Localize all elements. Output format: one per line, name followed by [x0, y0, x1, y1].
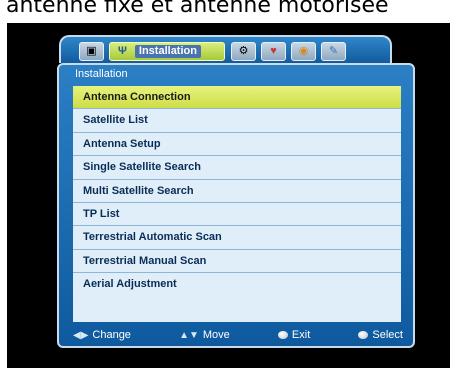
page-caption: antenne fixe et antenne motorisée — [6, 0, 389, 18]
hint-move: ▲▼ Move — [179, 329, 230, 341]
hint-select-label: Select — [372, 329, 403, 341]
menu-item-satellite-list[interactable]: Satellite List — [73, 109, 401, 133]
installation-menu: Antenna Connection Satellite List Antenn… — [73, 86, 401, 322]
menu-item-aerial-adjustment[interactable]: Aerial Adjustment — [73, 273, 401, 296]
tv-screen: ▣ Ψ Installation ⚙ ♥ ◉ ✎ Installation An… — [7, 23, 450, 368]
installation-panel: Installation Antenna Connection Satellit… — [57, 63, 415, 348]
tab-bar: ▣ Ψ Installation ⚙ ♥ ◉ ✎ — [59, 35, 392, 63]
tab-settings[interactable]: ⚙ — [231, 42, 256, 61]
tab-media[interactable]: ◉ — [291, 42, 316, 61]
hint-change: ◀▶ Change — [73, 329, 131, 341]
settings-icon: ⚙ — [238, 45, 249, 57]
hint-move-label: Move — [202, 329, 230, 341]
media-icon: ◉ — [298, 45, 309, 57]
tab-installation[interactable]: Ψ Installation — [109, 42, 225, 61]
menu-item-antenna-connection[interactable]: Antenna Connection — [73, 86, 401, 110]
menu-item-tp-list[interactable]: TP List — [73, 203, 401, 227]
antenna-icon: Ψ — [118, 45, 127, 57]
exit-button-icon — [277, 331, 288, 339]
heart-icon: ♥ — [270, 45, 277, 57]
ok-button-icon — [358, 331, 369, 339]
dish-icon: ▣ — [86, 45, 97, 57]
left-right-arrows-icon: ◀▶ — [73, 329, 89, 341]
menu-item-multi-satellite-search[interactable]: Multi Satellite Search — [73, 180, 401, 203]
hint-change-label: Change — [92, 329, 131, 341]
menu-item-antenna-setup[interactable]: Antenna Setup — [73, 133, 401, 157]
menu-item-single-satellite-search[interactable]: Single Satellite Search — [73, 156, 401, 180]
panel-title: Installation — [75, 68, 128, 80]
key-hints: ◀▶ Change ▲▼ Move Exit Select — [73, 326, 403, 344]
tools-icon: ✎ — [328, 45, 339, 57]
tab-tools[interactable]: ✎ — [321, 42, 346, 61]
menu-item-terrestrial-automatic-scan[interactable]: Terrestrial Automatic Scan — [73, 226, 401, 250]
hint-exit-label: Exit — [291, 329, 311, 341]
hint-exit: Exit — [277, 329, 311, 341]
tab-installation-label: Installation — [134, 45, 201, 58]
tab-favorites[interactable]: ♥ — [261, 42, 286, 61]
hint-select: Select — [358, 329, 403, 341]
up-down-arrows-icon: ▲▼ — [179, 329, 199, 341]
tab-dish[interactable]: ▣ — [79, 42, 104, 61]
menu-item-terrestrial-manual-scan[interactable]: Terrestrial Manual Scan — [73, 250, 401, 274]
